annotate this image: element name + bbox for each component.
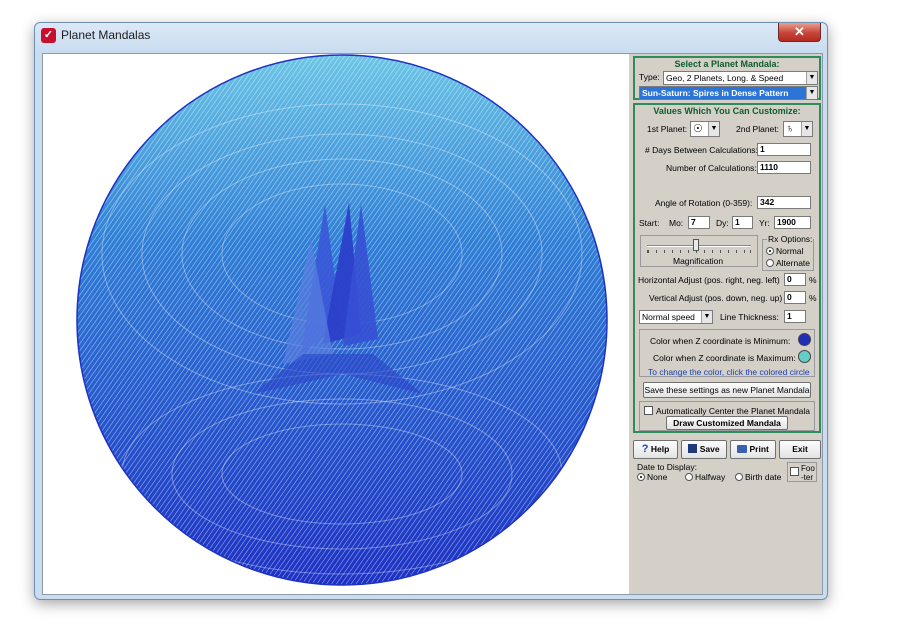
color-max-label: Color when Z coordinate is Maximum: <box>653 353 796 363</box>
days-input[interactable]: 1 <box>757 143 811 156</box>
chevron-down-icon: ▼ <box>801 122 812 136</box>
planet2-select[interactable]: ♄ ▼ <box>783 121 813 137</box>
title-bar: ✓ Planet Mandalas ✕ <box>35 23 827 49</box>
app-logo-icon: ✓ <box>41 28 56 43</box>
client-area: Select a Planet Mandala: Type: Geo, 2 Pl… <box>42 53 823 595</box>
date-birth-radio[interactable]: Birth date <box>735 472 781 482</box>
magnification-ticks <box>647 250 751 253</box>
save-label: Save <box>699 444 720 454</box>
date-display-label: Date to Display: <box>637 462 697 472</box>
help-icon: ? <box>641 443 649 455</box>
day-input[interactable]: 1 <box>732 216 753 229</box>
calcs-label: Number of Calculations: <box>666 163 757 173</box>
sun-glyph-icon: ☉ <box>693 123 703 135</box>
horizontal-adjust-input[interactable]: 0 <box>784 273 806 286</box>
date-none-radio[interactable]: None <box>637 472 667 482</box>
rx-normal-radio[interactable]: Normal <box>766 246 803 256</box>
help-button[interactable]: ? Help <box>633 440 678 459</box>
chevron-down-icon: ▼ <box>708 122 719 136</box>
planet1-select[interactable]: ☉ ▼ <box>690 121 720 137</box>
color-options-box: Color when Z coordinate is Minimum: Colo… <box>639 329 815 377</box>
select-mandala-title: Select a Planet Mandala: <box>674 59 780 69</box>
start-label: Start: <box>639 218 660 228</box>
customize-group: Values Which You Can Customize: 1st Plan… <box>633 103 821 433</box>
color-min-circle[interactable] <box>798 333 811 346</box>
magnification-slider-thumb[interactable] <box>693 239 699 251</box>
day-label: Dy: <box>716 218 729 228</box>
rx-options-label: Rx Options: <box>767 234 814 244</box>
horizontal-adjust-label: Horizontal Adjust (pos. right, neg. left… <box>638 275 780 285</box>
date-none-label: None <box>647 472 668 482</box>
date-halfway-label: Halfway <box>695 472 726 482</box>
chevron-down-icon: ▼ <box>701 311 712 323</box>
exit-button[interactable]: Exit <box>779 440 821 459</box>
color-min-label: Color when Z coordinate is Minimum: <box>650 336 791 346</box>
auto-center-label: Automatically Center the Planet Mandala <box>656 406 811 416</box>
window-title: Planet Mandalas <box>61 28 151 42</box>
speed-select[interactable]: Normal speed ▼ <box>639 310 713 324</box>
footer-label: Foo-ter <box>801 464 815 482</box>
draw-customized-mandala-button[interactable]: Draw Customized Mandala <box>666 416 788 430</box>
close-button[interactable]: ✕ <box>778 23 821 42</box>
control-panel: Select a Planet Mandala: Type: Geo, 2 Pl… <box>633 56 821 484</box>
date-birth-label: Birth date <box>745 472 782 482</box>
year-input[interactable]: 1900 <box>774 216 811 229</box>
mandala-select-value: Sun-Saturn: Spires in Dense Pattern <box>642 88 789 98</box>
floppy-disk-icon <box>688 444 698 453</box>
rx-normal-label: Normal <box>776 246 804 256</box>
saturn-glyph-icon: ♄ <box>786 123 795 135</box>
rotation-label: Angle of Rotation (0-359): <box>655 198 753 208</box>
color-max-label-text: Color when Z coordinate is Maximum: <box>653 353 796 363</box>
line-thickness-input[interactable]: 1 <box>784 310 806 323</box>
date-halfway-radio[interactable]: Halfway <box>685 472 725 482</box>
vertical-adjust-label: Vertical Adjust (pos. down, neg. up) <box>649 293 783 303</box>
print-label: Print <box>749 444 769 454</box>
rx-alternate-radio[interactable]: Alternate <box>766 258 810 268</box>
speed-select-value: Normal speed <box>642 312 695 322</box>
color-max-circle[interactable] <box>798 350 811 363</box>
help-label: Help <box>650 444 670 454</box>
magnification-track <box>647 245 751 247</box>
line-thickness-label: Line Thickness: <box>720 312 779 322</box>
app-window: ✓ Planet Mandalas ✕ Select a Planet Mand… <box>34 22 828 600</box>
mandala-select[interactable]: Sun-Saturn: Spires in Dense Pattern ▼ <box>639 86 818 100</box>
chevron-down-icon: ▼ <box>806 87 817 99</box>
mandala-drawing <box>76 54 608 586</box>
magnification-label: Magnification <box>673 256 724 266</box>
type-select-value: Geo, 2 Planets, Long. & Speed <box>666 73 784 83</box>
calcs-input[interactable]: 1110 <box>757 161 811 174</box>
save-settings-button[interactable]: Save these settings as new Planet Mandal… <box>643 382 811 398</box>
save-button[interactable]: Save <box>681 440 727 459</box>
rx-alternate-label: Alternate <box>776 258 811 268</box>
mandala-canvas <box>43 54 629 594</box>
percent-label: % <box>809 293 817 303</box>
month-input[interactable]: 7 <box>688 216 710 229</box>
bottom-toolbar: ? Help Save Print Exit <box>633 438 821 462</box>
customize-title: Values Which You Can Customize: <box>653 106 801 116</box>
color-hint: To change the color, click the colored c… <box>648 367 810 377</box>
footer-checkbox[interactable]: Foo-ter <box>787 462 817 482</box>
type-select[interactable]: Geo, 2 Planets, Long. & Speed ▼ <box>663 71 818 85</box>
type-label: Type: <box>639 72 660 82</box>
days-label: # Days Between Calculations: <box>645 145 758 155</box>
printer-icon <box>737 445 748 453</box>
print-button[interactable]: Print <box>730 440 776 459</box>
magnification-box: Magnification <box>640 235 758 267</box>
percent-label: % <box>809 275 817 285</box>
select-mandala-group: Select a Planet Mandala: Type: Geo, 2 Pl… <box>633 56 821 100</box>
date-display-section: Date to Display: None Halfway Birth date… <box>633 462 821 484</box>
rx-options-box: Rx Options: Normal Alternate <box>762 234 814 271</box>
year-label: Yr: <box>759 218 770 228</box>
chevron-down-icon: ▼ <box>806 72 817 84</box>
planet2-label: 2nd Planet: <box>736 124 780 134</box>
planet1-label: 1st Planet: <box>647 124 688 134</box>
auto-center-checkbox[interactable]: Automatically Center the Planet Mandala <box>644 406 810 416</box>
month-label: Mo: <box>669 218 684 228</box>
draw-box: Automatically Center the Planet Mandala … <box>639 401 815 431</box>
rotation-input[interactable]: 342 <box>757 196 811 209</box>
vertical-adjust-input[interactable]: 0 <box>784 291 806 304</box>
